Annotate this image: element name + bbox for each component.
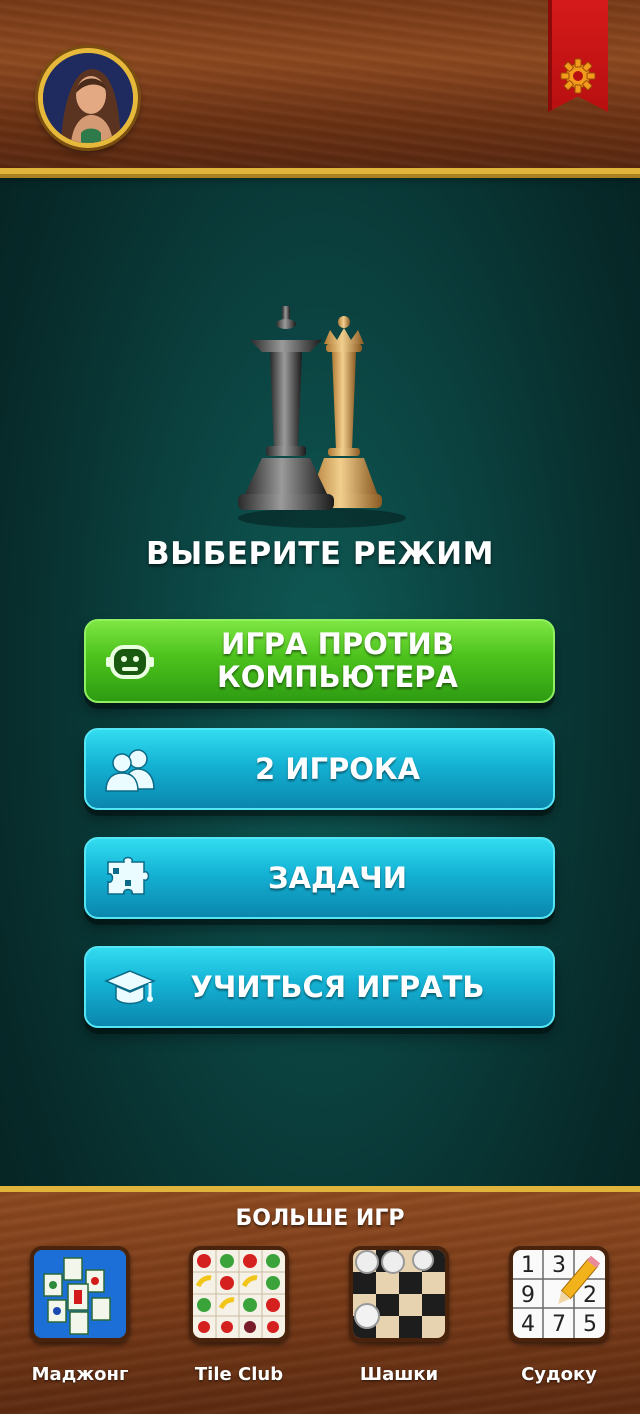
tile-club-label: Tile Club: [194, 1364, 284, 1385]
sudoku-game-tile[interactable]: 1 3 9 2 4 7 5: [509, 1246, 609, 1342]
checkers-label: Шашки: [359, 1364, 439, 1385]
graduation-cap-icon: [104, 970, 156, 1005]
sudoku-digit-4: 4: [521, 1312, 535, 1337]
more-games-title: БОЛЬШЕ ИГР: [235, 1206, 405, 1231]
mahjong-icon: [34, 1250, 126, 1338]
learn-to-play-label: УЧИТЬСЯ ИГРАТЬ: [190, 969, 485, 1004]
puzzle-icon: [107, 856, 150, 895]
learn-to-play-button[interactable]: УЧИТЬСЯ ИГРАТЬ: [84, 946, 555, 1028]
two-players-button[interactable]: 2 ИГРОКА: [84, 728, 555, 810]
puzzles-button[interactable]: ЗАДАЧИ: [84, 837, 555, 919]
play-vs-computer-line1: ИГРА ПРОТИВ: [221, 627, 454, 661]
mahjong-label: Маджонг: [31, 1364, 129, 1385]
play-vs-computer-label: ИГРА ПРОТИВ КОМПЬЮТЕРА: [86, 628, 553, 694]
player-avatar[interactable]: [38, 48, 138, 148]
mode-title: ВЫБЕРИТЕ РЕЖИМ: [146, 536, 494, 572]
tile-club-game-tile[interactable]: [189, 1246, 289, 1342]
robot-icon: [106, 645, 154, 679]
puzzles-label: ЗАДАЧИ: [267, 860, 408, 895]
chess-queens-illustration: [238, 306, 406, 528]
gear-icon[interactable]: [558, 56, 598, 96]
tile-club-icon: [193, 1250, 285, 1338]
play-vs-computer-button[interactable]: ИГРА ПРОТИВ КОМПЬЮТЕРА: [84, 619, 555, 703]
sudoku-label: Судоку: [521, 1364, 597, 1385]
sudoku-digit-3: 3: [552, 1253, 566, 1278]
avatar-portrait-icon: [43, 53, 133, 143]
sudoku-digit-1: 1: [521, 1253, 535, 1278]
checkers-game-tile[interactable]: [349, 1246, 449, 1342]
mahjong-game-tile[interactable]: [30, 1246, 130, 1342]
sudoku-digit-9: 9: [521, 1283, 535, 1308]
sudoku-digit-7: 7: [552, 1312, 566, 1337]
sudoku-digit-5: 5: [583, 1312, 597, 1337]
two-players-label: 2 ИГРОКА: [254, 751, 421, 786]
checkers-icon: [353, 1250, 445, 1338]
sudoku-digit-2: 2: [583, 1283, 597, 1308]
play-vs-computer-line2: КОМПЬЮТЕРА: [217, 660, 458, 694]
users-icon: [105, 749, 155, 792]
sudoku-icon: 1 3 9 2 4 7 5: [513, 1250, 605, 1338]
